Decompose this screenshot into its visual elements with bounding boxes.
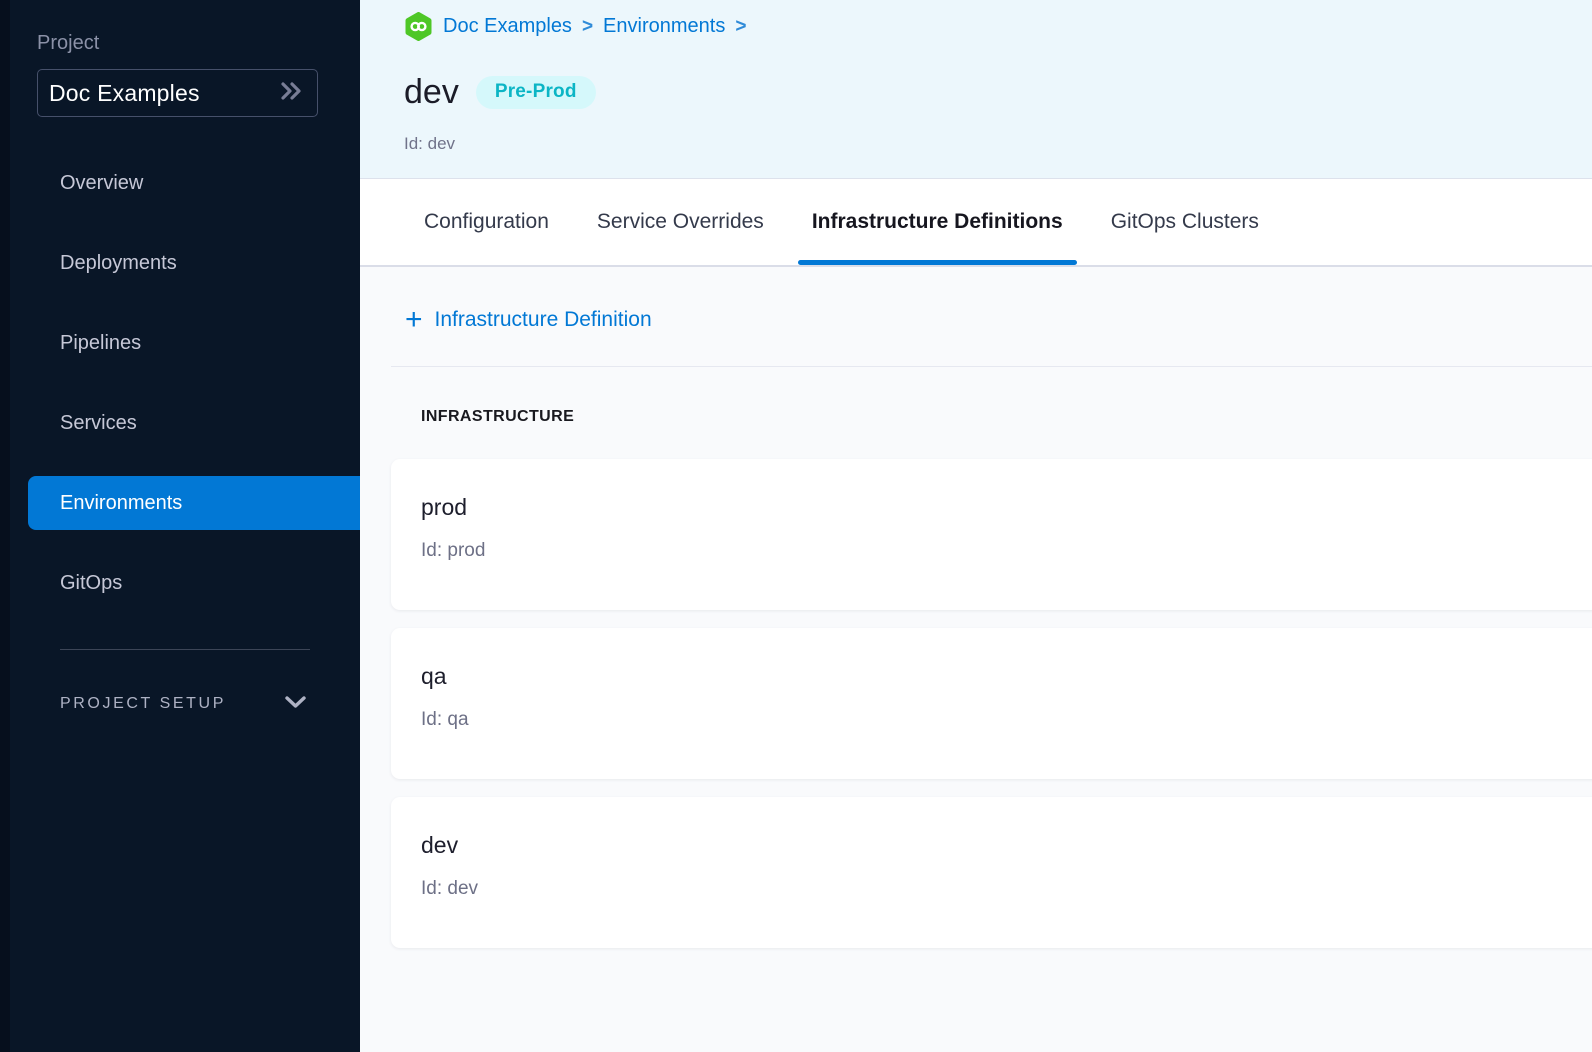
infrastructure-name: qa: [421, 663, 1592, 690]
add-button-label: Infrastructure Definition: [435, 308, 652, 332]
sidebar: Project Doc Examples Overview Deployment…: [0, 0, 360, 1052]
content-divider: [391, 366, 1592, 367]
sidebar-item-gitops[interactable]: GitOps: [28, 556, 360, 610]
tab-gitops-clusters[interactable]: GitOps Clusters: [1111, 179, 1259, 265]
tab-bar: Configuration Service Overrides Infrastr…: [360, 179, 1592, 267]
sidebar-item-label: GitOps: [60, 572, 122, 595]
sidebar-divider: [60, 649, 310, 650]
infrastructure-card-prod[interactable]: prod Id: prod: [391, 459, 1592, 610]
breadcrumb-separator: >: [582, 16, 593, 38]
page-subtitle: Id: dev: [404, 134, 455, 154]
double-chevron-right-icon[interactable]: [279, 80, 305, 107]
tab-label: Infrastructure Definitions: [812, 210, 1063, 234]
project-label: Project: [37, 32, 99, 55]
sidebar-nav: Overview Deployments Pipelines Services …: [28, 156, 360, 636]
infrastructure-card-qa[interactable]: qa Id: qa: [391, 628, 1592, 779]
tab-content: + Infrastructure Definition INFRASTRUCTU…: [360, 267, 1592, 1052]
project-setup-label: PROJECT SETUP: [60, 695, 226, 713]
tab-label: Service Overrides: [597, 210, 764, 234]
chevron-down-icon: [283, 694, 308, 715]
infrastructure-section-heading: INFRASTRUCTURE: [421, 408, 1592, 426]
page-header: Doc Examples > Environments > dev Pre-Pr…: [360, 0, 1592, 179]
project-selector-value: Doc Examples: [49, 80, 200, 107]
sidebar-item-label: Overview: [60, 172, 143, 195]
infrastructure-id: Id: dev: [421, 878, 1592, 900]
main-area: Doc Examples > Environments > dev Pre-Pr…: [360, 0, 1592, 1052]
tab-configuration[interactable]: Configuration: [424, 179, 549, 265]
sidebar-item-label: Services: [60, 412, 137, 435]
sidebar-item-label: Deployments: [60, 252, 177, 275]
page-title: dev: [404, 73, 459, 112]
infrastructure-id: Id: prod: [421, 540, 1592, 562]
breadcrumb: Doc Examples > Environments >: [404, 12, 1592, 41]
sidebar-item-label: Environments: [60, 492, 182, 515]
environment-type-badge: Pre-Prod: [476, 76, 596, 109]
tab-service-overrides[interactable]: Service Overrides: [597, 179, 764, 265]
sidebar-item-pipelines[interactable]: Pipelines: [28, 316, 360, 370]
sidebar-item-services[interactable]: Services: [28, 396, 360, 450]
breadcrumb-link-project[interactable]: Doc Examples: [443, 15, 572, 38]
project-selector[interactable]: Doc Examples: [37, 69, 318, 117]
tab-infrastructure-definitions[interactable]: Infrastructure Definitions: [812, 179, 1063, 265]
title-row: dev Pre-Prod: [404, 73, 596, 112]
project-setup-toggle[interactable]: PROJECT SETUP: [60, 690, 308, 718]
sidebar-left-strip: [0, 0, 10, 1052]
sidebar-item-label: Pipelines: [60, 332, 141, 355]
breadcrumb-separator: >: [735, 16, 746, 38]
infrastructure-name: prod: [421, 494, 1592, 521]
infrastructure-name: dev: [421, 832, 1592, 859]
tab-label: GitOps Clusters: [1111, 210, 1259, 234]
sidebar-item-deployments[interactable]: Deployments: [28, 236, 360, 290]
add-infrastructure-definition-button[interactable]: + Infrastructure Definition: [405, 308, 652, 332]
tab-label: Configuration: [424, 210, 549, 234]
infrastructure-card-list: prod Id: prod qa Id: qa dev Id: dev: [391, 459, 1592, 948]
plus-icon: +: [405, 308, 423, 332]
infrastructure-card-dev[interactable]: dev Id: dev: [391, 797, 1592, 948]
breadcrumb-link-environments[interactable]: Environments: [603, 15, 725, 38]
sidebar-item-environments[interactable]: Environments: [28, 476, 360, 530]
sidebar-item-overview[interactable]: Overview: [28, 156, 360, 210]
infrastructure-id: Id: qa: [421, 709, 1592, 731]
environments-module-icon: [404, 12, 433, 41]
active-tab-underline: [798, 260, 1077, 265]
